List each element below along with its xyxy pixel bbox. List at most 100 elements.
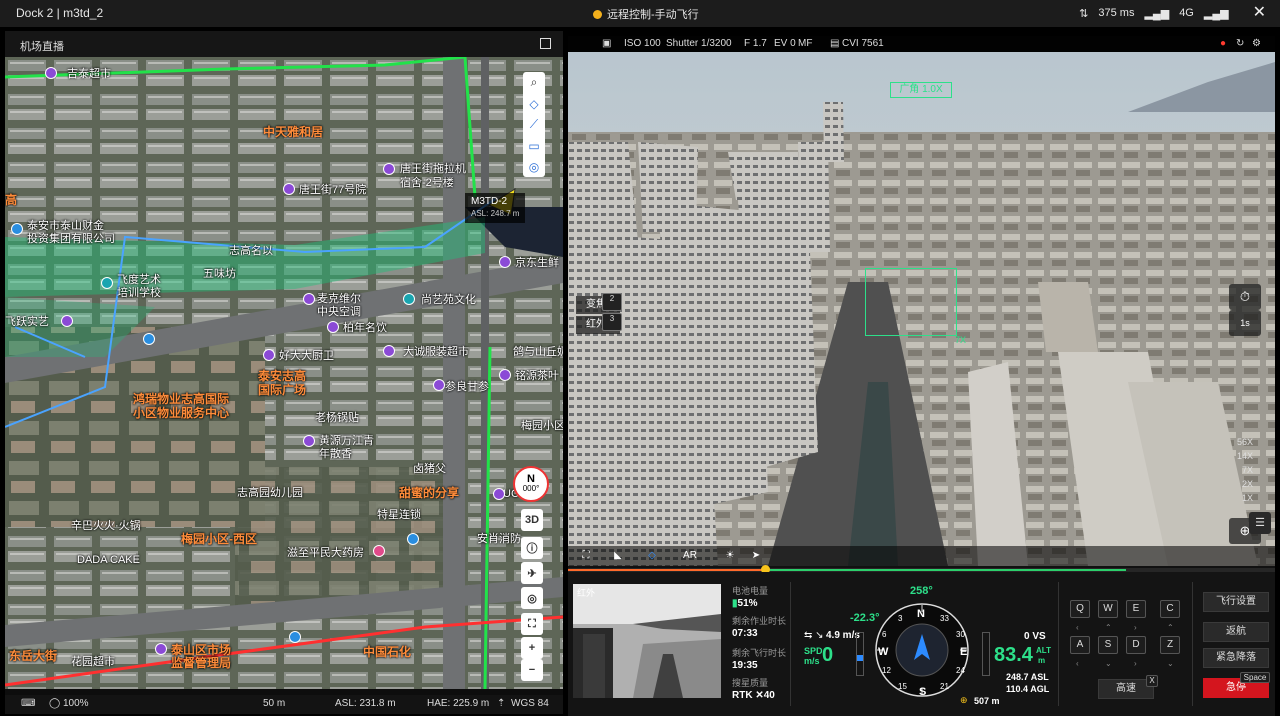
satellite-count: 40 xyxy=(763,690,775,701)
compass-heading: 000° xyxy=(522,484,540,493)
poi-marker-icon[interactable] xyxy=(493,488,505,500)
compass-w: W xyxy=(878,646,889,658)
home-distance: 507 m xyxy=(974,696,1000,706)
ir-thumbnail[interactable] xyxy=(573,584,721,698)
laser-icon[interactable]: ◣ xyxy=(610,549,626,563)
key-d[interactable]: D xyxy=(1126,636,1146,654)
app-title: Dock 2 | m3td_2 xyxy=(16,6,104,20)
timer-icon[interactable]: ⏱ xyxy=(1229,284,1261,310)
divider xyxy=(790,582,791,706)
live-video-feed[interactable]: 广角 1.0X 7X 变焦 2 红外 3 ⏱ 1s 56X 14X 7X 2X … xyxy=(568,52,1275,566)
focus-mode: MF xyxy=(798,38,813,49)
key-w[interactable]: W xyxy=(1098,600,1118,618)
key-c[interactable]: C xyxy=(1160,600,1180,618)
btn-3d[interactable]: 3D xyxy=(521,509,543,531)
poi-marker-icon[interactable] xyxy=(383,345,395,357)
poi-marker-icon[interactable] xyxy=(289,631,301,643)
poi-marker-icon[interactable] xyxy=(327,321,339,333)
poi-marker-icon[interactable] xyxy=(499,256,511,268)
poi-marker-icon[interactable] xyxy=(283,183,295,195)
poi-marker-icon[interactable] xyxy=(303,435,315,447)
polygon-icon[interactable]: ▭ xyxy=(523,135,545,156)
key-z[interactable]: Z xyxy=(1160,636,1180,654)
key-e[interactable]: E xyxy=(1126,600,1146,618)
poi-marker-icon[interactable] xyxy=(373,545,385,557)
status-dot-icon xyxy=(593,9,602,19)
lens-zoom-badge: 广角 1.0X xyxy=(890,82,952,98)
poi-marker-icon[interactable] xyxy=(45,67,57,79)
poi-marker-icon[interactable] xyxy=(155,643,167,655)
info-icon[interactable]: ⓘ xyxy=(521,537,543,559)
refresh-icon[interactable]: ↻ xyxy=(1236,38,1244,49)
poi-marker-icon[interactable] xyxy=(383,163,395,175)
polyline-icon[interactable]: ⟋ xyxy=(523,114,545,135)
search-icon[interactable]: ⌕ xyxy=(523,72,545,93)
poi-marker-icon[interactable] xyxy=(407,533,419,545)
flight-settings-button[interactable]: 飞行设置 xyxy=(1203,592,1269,612)
satellite-icon: ✕ xyxy=(755,690,764,701)
circle-icon[interactable]: ◎ xyxy=(523,156,545,177)
altitude-unit: m xyxy=(1038,656,1046,665)
zoom-level[interactable]: 7X xyxy=(1237,465,1253,475)
altitude-label: ALT xyxy=(1036,646,1051,655)
zoom-out-icon[interactable]: − xyxy=(521,659,543,681)
record-icon[interactable]: ● xyxy=(1220,38,1226,49)
zoom-in-icon[interactable]: + xyxy=(521,637,543,659)
close-icon[interactable]: ✕ xyxy=(1253,5,1266,21)
cvi-value: CVI 7561 xyxy=(842,38,884,49)
poi-marker-icon[interactable] xyxy=(433,379,445,391)
pin-point-icon[interactable]: ◇ xyxy=(644,549,660,563)
poi-marker-icon[interactable] xyxy=(101,277,113,289)
poi-marker-icon[interactable] xyxy=(499,369,511,381)
poi-marker-icon[interactable] xyxy=(403,293,415,305)
locate-icon[interactable]: ◎ xyxy=(521,587,543,609)
lens-ir-button[interactable]: 红外 3 xyxy=(576,313,622,334)
shutter-button[interactable]: 1s xyxy=(1229,310,1261,336)
asl-value: 248.7 ASL xyxy=(1006,672,1049,682)
chat-icon[interactable]: ☰ xyxy=(1249,512,1271,534)
zoom-level[interactable]: 1X xyxy=(1237,493,1253,503)
brightness-icon[interactable]: ☀ xyxy=(722,549,738,563)
return-home-button[interactable]: 返航 xyxy=(1203,622,1269,642)
expand-icon[interactable] xyxy=(540,38,551,49)
timeline-segment-past xyxy=(568,569,766,571)
emergency-land-button[interactable]: 紧急降落 xyxy=(1203,648,1269,668)
speed-label: SPD xyxy=(804,646,823,656)
zoom-level[interactable]: 56X xyxy=(1237,437,1253,447)
fullscreen-icon[interactable]: ⛶ xyxy=(578,549,594,563)
lens-ir-key: 3 xyxy=(602,313,622,331)
poi-marker-icon[interactable] xyxy=(263,349,275,361)
ar-icon[interactable]: AR xyxy=(682,549,698,563)
navigate-icon[interactable]: ➤ xyxy=(748,549,764,563)
left-arrow-icon: ‹ xyxy=(1076,659,1079,668)
map-label: 年散香 xyxy=(319,448,352,460)
map-compass[interactable]: N 000° xyxy=(513,466,549,502)
gear-icon[interactable]: ⚙ xyxy=(1252,38,1261,49)
fit-view-icon[interactable]: ⛶ xyxy=(521,613,543,635)
interval-label: 1s xyxy=(1240,318,1250,328)
map-scale: 50 m xyxy=(263,698,286,709)
aircraft-icon[interactable]: ✈ xyxy=(521,562,543,584)
status-area: ⇅ 375 ms ▂▄▆ 4G ▂▄▆ ✕ xyxy=(1079,5,1266,21)
pin-icon[interactable]: ◇ xyxy=(523,93,545,114)
map-label: 好大大厨卫 xyxy=(279,350,334,362)
compass-tick: 33 xyxy=(940,614,949,623)
network-type: 4G xyxy=(1179,7,1194,19)
satellite-map[interactable]: 吉泰超市 中天雅和居 唐王街拖拉机 宿舍-2号楼 唐王街77号院 泰安市泰山财金… xyxy=(5,57,563,689)
key-a[interactable]: A xyxy=(1070,636,1090,654)
zoom-level[interactable]: 14X xyxy=(1237,451,1253,461)
flight-mode-label: 远程控制-手动飞行 xyxy=(607,9,699,21)
lens-zoom-button[interactable]: 变焦 2 xyxy=(576,293,622,314)
poi-marker-icon[interactable] xyxy=(11,223,23,235)
map-label: 尚艺苑文化 xyxy=(421,294,476,306)
zoom-level[interactable]: 2X xyxy=(1237,479,1253,489)
poi-marker-icon[interactable] xyxy=(61,315,73,327)
keyboard-icon[interactable]: ⌨ xyxy=(21,698,35,709)
battery-percent: 51% xyxy=(737,598,758,609)
key-s[interactable]: S xyxy=(1098,636,1118,654)
flight-hud: 红外 电池电量 ▮51% 剩余作业时长 07:33 剩余飞行时长 19:35 搜… xyxy=(568,572,1275,716)
drone-tag[interactable]: M3TD-2 ASL: 248.7 m xyxy=(465,193,526,223)
poi-marker-icon[interactable] xyxy=(303,293,315,305)
key-q[interactable]: Q xyxy=(1070,600,1090,618)
poi-marker-icon[interactable] xyxy=(143,333,155,345)
